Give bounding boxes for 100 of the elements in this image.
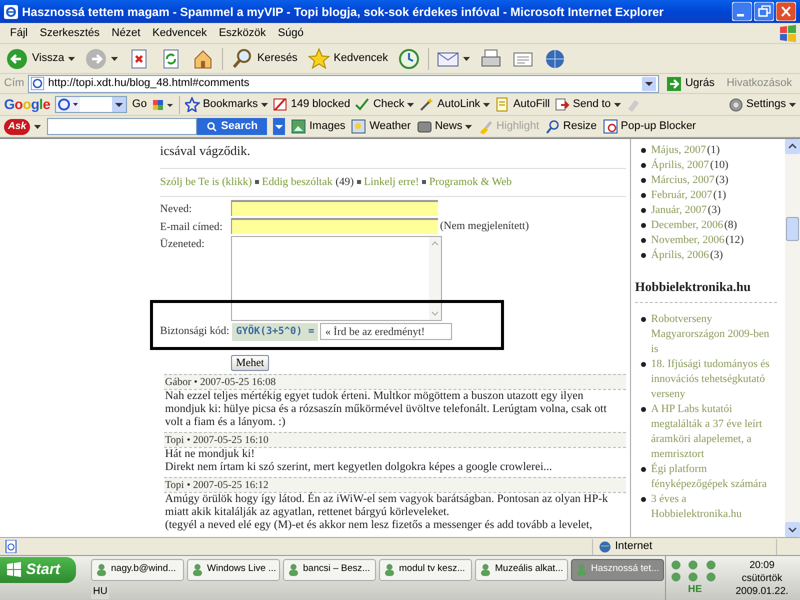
caret-icon[interactable] [260, 102, 268, 106]
address-field[interactable]: http://topi.xdt.hu/blog_48.html#comments [28, 74, 660, 92]
scroll-down-icon[interactable] [785, 522, 800, 537]
scroll-thumb[interactable] [786, 217, 799, 241]
bullet-icon [641, 238, 646, 243]
windows-logo-icon [6, 562, 22, 578]
person-icon [95, 563, 108, 576]
search-button[interactable]: Keresés [229, 46, 300, 70]
magnifier-icon[interactable] [545, 119, 560, 134]
message-field[interactable] [231, 236, 442, 320]
blocked-icon[interactable] [272, 97, 288, 112]
autofill-button[interactable]: AutoFill [495, 96, 550, 113]
menu-item[interactable]: Eszközök [212, 24, 272, 42]
taskbar-button[interactable]: bancsi – Besz... [283, 558, 376, 580]
google-logo: Google [4, 95, 50, 114]
dropdown-icon[interactable] [112, 97, 126, 112]
caret-icon[interactable] [68, 56, 76, 60]
caret-icon[interactable] [789, 102, 796, 106]
scroll-up-icon[interactable] [785, 139, 800, 154]
post-count: (3) [716, 173, 728, 188]
caret-icon[interactable] [483, 102, 490, 106]
clock-time: 20:09 [749, 558, 775, 572]
comment-count: (49) [335, 175, 354, 190]
news-icon[interactable] [416, 119, 432, 134]
menu-item[interactable]: Kedvencek [146, 24, 213, 42]
scrollbar[interactable] [785, 139, 800, 537]
restore-icon[interactable] [754, 2, 774, 21]
caret-icon[interactable] [407, 102, 414, 106]
wand-icon[interactable] [419, 97, 434, 112]
search-button[interactable]: Search [197, 118, 268, 135]
taskbar-button[interactable]: nagy.b@wind... [91, 558, 184, 580]
taskbar-button[interactable]: Muzeális alkat... [475, 558, 568, 580]
tray-icon[interactable] [704, 572, 717, 582]
check-button[interactable]: Check [355, 96, 414, 113]
menu-item[interactable]: Súgó [272, 24, 310, 42]
caret-icon[interactable] [34, 124, 42, 128]
search-field[interactable] [47, 118, 198, 135]
autolink-button[interactable]: AutoLink [419, 96, 490, 113]
news-button[interactable]: News [416, 118, 472, 135]
bullet-icon [641, 193, 646, 198]
form-icon[interactable] [495, 97, 510, 112]
caret-icon[interactable] [614, 102, 621, 106]
image-icon[interactable] [291, 119, 306, 134]
send-icon[interactable] [554, 97, 570, 112]
post-count: (3) [708, 203, 721, 218]
star-icon[interactable] [184, 97, 200, 112]
field-label: E-mail címed: [160, 220, 224, 234]
settings-button[interactable]: Settings [729, 96, 796, 113]
bullet-icon [641, 208, 646, 213]
taskbar-button[interactable]: modul tv kesz... [379, 558, 472, 580]
globe-icon [599, 540, 611, 552]
tray-indicator: HE [688, 582, 702, 596]
email-field[interactable] [231, 218, 438, 234]
tray-icon[interactable] [670, 572, 682, 582]
language-indicator[interactable]: HU [91, 584, 110, 598]
dropdown-icon[interactable] [642, 76, 656, 90]
go-button[interactable]: Ugrás [663, 75, 719, 92]
menu-item[interactable]: Szerkesztés [34, 24, 106, 42]
bullet-icon [356, 180, 361, 184]
spellcheck-icon[interactable] [355, 97, 370, 112]
tray-icon[interactable] [687, 560, 700, 570]
field-label: Üzeneted: [160, 236, 206, 252]
toolbar-options-icon[interactable] [152, 98, 174, 112]
menu-item[interactable]: Nézet [106, 24, 146, 42]
resize-button[interactable]: Resize [545, 118, 597, 135]
weather-button[interactable]: Weather [351, 118, 411, 135]
minimize-icon[interactable] [732, 2, 752, 21]
search-icon[interactable] [231, 48, 254, 70]
images-button[interactable]: Images [291, 118, 346, 135]
tray-icon[interactable] [687, 572, 700, 582]
post-count: (3) [710, 248, 723, 263]
favorites-button[interactable]: Kedvencek [306, 46, 390, 70]
bullet-icon [641, 178, 646, 183]
name-field[interactable] [231, 200, 438, 216]
tray-icon[interactable] [704, 560, 717, 570]
star-icon[interactable] [308, 48, 330, 70]
close-icon[interactable] [776, 2, 796, 21]
menu-item[interactable]: Fájl [4, 24, 34, 42]
tray-icon[interactable] [670, 560, 682, 570]
comment-text: Amúgy örülök hogy így látod. Én az iWiW-el sem vagyok barátságban. Pontosan az olyan HP-k miatt akik kitalálják az agyatlan, rettenet bárgyú körleveleket. [165, 493, 609, 519]
address-label: Cím [4, 76, 24, 92]
go-button[interactable]: Go [132, 96, 147, 113]
bookmarks-button[interactable]: Bookmarks [184, 96, 268, 113]
weather-icon[interactable] [351, 119, 366, 134]
scrollbar-icon [429, 236, 441, 320]
popup-button[interactable]: Pop-up Blocker [602, 118, 696, 135]
sidebar-heading: Hobbielektronika.hu [635, 277, 777, 302]
caret-icon[interactable] [463, 56, 470, 60]
submit-button[interactable]: Mehet [231, 354, 270, 370]
field-label: Neved: [160, 202, 193, 216]
caret-icon[interactable] [465, 124, 472, 128]
blocked-button[interactable]: 149 blocked [272, 96, 350, 113]
clock-day: csütörtök [742, 572, 782, 584]
taskbar-button[interactable]: Windows Live ... [187, 558, 280, 580]
search-field[interactable] [55, 96, 128, 113]
popup-blocker-icon[interactable] [602, 119, 618, 134]
field-label: Biztonsági kód: [160, 324, 230, 340]
caret-icon[interactable] [111, 56, 118, 60]
back-button[interactable]: Vissza [4, 46, 78, 70]
sendto-button[interactable]: Send to [554, 96, 621, 113]
